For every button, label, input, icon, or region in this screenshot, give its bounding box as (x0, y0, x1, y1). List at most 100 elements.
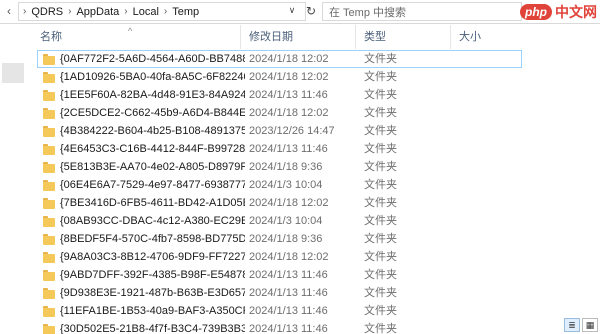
file-type: 文件夹 (364, 305, 397, 317)
address-toolbar: ‹ › QDRS › AppData › Local › Temp ∨ ↻ 在 … (0, 0, 600, 24)
folder-icon (43, 198, 55, 209)
column-header-size[interactable]: 大小 (450, 25, 520, 49)
column-header-name-label: 名称 (40, 31, 62, 43)
file-type: 文件夹 (364, 89, 397, 101)
file-date: 2023/12/26 14:47 (249, 125, 335, 137)
search-input[interactable]: 在 Temp 中搜索 (322, 2, 522, 21)
file-date: 2024/1/13 11:46 (249, 323, 328, 334)
breadcrumb-qdrs[interactable]: QDRS (31, 6, 63, 18)
details-view-icon[interactable]: ≣ (564, 318, 580, 332)
folder-icon (43, 180, 55, 191)
file-row[interactable]: {7BE3416D-6FB5-4611-BD42-A1D05E... 2024/1… (37, 194, 522, 212)
file-name: {1AD10926-5BA0-40fa-8A5C-6F82240... (60, 71, 245, 83)
file-type: 文件夹 (364, 197, 397, 209)
file-row[interactable]: {9ABD7DFF-392F-4385-B98F-E54878... 2024/1… (37, 266, 522, 284)
folder-icon (43, 306, 55, 317)
folder-icon (43, 90, 55, 101)
file-row[interactable]: {1AD10926-5BA0-40fa-8A5C-6F82240... 2024/… (37, 68, 522, 86)
column-header-name[interactable]: ^ 名称 (32, 25, 237, 49)
file-type: 文件夹 (364, 125, 397, 137)
navigation-pane-selected-item[interactable] (2, 63, 24, 83)
file-type: 文件夹 (364, 179, 397, 191)
folder-icon (43, 72, 55, 83)
breadcrumb-temp[interactable]: Temp (172, 6, 199, 18)
file-date: 2024/1/13 11:46 (249, 89, 328, 101)
file-row[interactable]: {9A8A03C3-8B12-4706-9DF9-FF72270... 2024/… (37, 248, 522, 266)
folder-icon (43, 234, 55, 245)
breadcrumb-appdata[interactable]: AppData (76, 6, 119, 18)
file-name: {11EFA1BE-1B53-40a9-BAF3-A350CF... (60, 305, 245, 317)
file-row[interactable]: {08AB93CC-DBAC-4c12-A380-EC29EC... 2024/1… (37, 212, 522, 230)
file-type: 文件夹 (364, 161, 397, 173)
navigation-pane (0, 25, 30, 334)
file-name: {2CE5DCE2-C662-45b9-A6D4-B844E6... (60, 107, 245, 119)
folder-icon (43, 108, 55, 119)
file-name: {8BEDF5F4-570C-4fb7-8598-BD775D... (60, 233, 245, 245)
breadcrumb-local[interactable]: Local (133, 6, 159, 18)
file-name: {5E813B3E-AA70-4e02-A805-D8979F... (60, 161, 245, 173)
file-date: 2024/1/13 11:46 (249, 287, 328, 299)
file-type: 文件夹 (364, 323, 397, 334)
file-type: 文件夹 (364, 251, 397, 263)
folder-icon (43, 144, 55, 155)
file-name: {7BE3416D-6FB5-4611-BD42-A1D05E... (60, 197, 245, 209)
file-type: 文件夹 (364, 71, 397, 83)
file-row[interactable]: {4B384222-B604-4b25-B108-4891375... 2023/… (37, 122, 522, 140)
column-header-type[interactable]: 类型 (355, 25, 450, 49)
chevron-right-icon: › (23, 6, 27, 17)
file-date: 2024/1/18 12:02 (249, 197, 329, 209)
folder-icon (43, 288, 55, 299)
chevron-left-icon[interactable]: ‹ (2, 3, 16, 19)
folder-icon (43, 162, 55, 173)
file-date: 2024/1/3 10:04 (249, 215, 323, 227)
folder-icon (43, 216, 55, 227)
column-header-date[interactable]: 修改日期 (240, 25, 355, 49)
folder-icon (43, 252, 55, 263)
folder-icon (43, 324, 55, 334)
watermark-logo: php 中文网 (520, 0, 597, 24)
file-type: 文件夹 (364, 53, 397, 65)
file-type: 文件夹 (364, 143, 397, 155)
file-date: 2024/1/13 11:46 (249, 305, 328, 317)
file-date: 2024/1/18 9:36 (249, 161, 323, 173)
file-row[interactable]: {1EE5F60A-82BA-4d48-91E3-84A924F... 2024/… (37, 86, 522, 104)
file-type: 文件夹 (364, 215, 397, 227)
file-row[interactable]: {5E813B3E-AA70-4e02-A805-D8979F... 2024/1… (37, 158, 522, 176)
file-row[interactable]: {4E6453C3-C16B-4412-844F-B997285... 2024/… (37, 140, 522, 158)
refresh-icon[interactable]: ↻ (303, 2, 319, 21)
chevron-down-icon[interactable]: ∨ (285, 3, 299, 18)
file-list: {0AF772F2-5A6D-4564-A60D-BB7488... 2024/1… (30, 50, 590, 334)
file-row[interactable]: {0AF772F2-5A6D-4564-A60D-BB7488... 2024/1… (37, 50, 522, 68)
file-type: 文件夹 (364, 233, 397, 245)
file-row[interactable]: {06E4E6A7-7529-4e97-8477-6938777... 2024/… (37, 176, 522, 194)
file-row[interactable]: {11EFA1BE-1B53-40a9-BAF3-A350CF... 2024/1… (37, 302, 522, 320)
folder-icon (43, 270, 55, 281)
file-name: {9D938E3E-1921-487b-B63B-E3D657... (60, 287, 245, 299)
file-row[interactable]: {8BEDF5F4-570C-4fb7-8598-BD775D... 2024/1… (37, 230, 522, 248)
file-name: {1EE5F60A-82BA-4d48-91E3-84A924F... (60, 89, 245, 101)
chevron-right-icon: › (68, 6, 72, 17)
file-name: {9A8A03C3-8B12-4706-9DF9-FF72270... (60, 251, 245, 263)
file-date: 2024/1/18 12:02 (249, 53, 329, 65)
file-name: {4B384222-B604-4b25-B108-4891375... (60, 125, 245, 137)
watermark-badge: php (520, 4, 552, 20)
view-switcher: ≣ ▦ (564, 318, 598, 332)
file-row[interactable]: {9D938E3E-1921-487b-B63B-E3D657... 2024/1… (37, 284, 522, 302)
chevron-right-icon: › (163, 6, 168, 17)
file-name: {30D502E5-21B8-4f7f-B3C4-739B3B3... (60, 323, 245, 334)
file-name: {06E4E6A7-7529-4e97-8477-6938777... (60, 179, 245, 191)
watermark-text: 中文网 (555, 4, 597, 20)
file-name: {0AF772F2-5A6D-4564-A60D-BB7488... (60, 53, 245, 65)
address-bar[interactable]: › QDRS › AppData › Local › Temp (18, 2, 306, 21)
file-type: 文件夹 (364, 269, 397, 281)
file-type: 文件夹 (364, 107, 397, 119)
file-date: 2024/1/18 12:02 (249, 107, 329, 119)
file-date: 2024/1/18 12:02 (249, 71, 329, 83)
file-date: 2024/1/18 9:36 (249, 233, 323, 245)
large-icons-view-icon[interactable]: ▦ (582, 318, 598, 332)
file-row[interactable]: {2CE5DCE2-C662-45b9-A6D4-B844E6... 2024/1… (37, 104, 522, 122)
file-row[interactable]: {30D502E5-21B8-4f7f-B3C4-739B3B3... 2024/… (37, 320, 522, 334)
file-type: 文件夹 (364, 287, 397, 299)
file-date: 2024/1/13 11:46 (249, 143, 328, 155)
chevron-right-icon: › (124, 6, 128, 17)
